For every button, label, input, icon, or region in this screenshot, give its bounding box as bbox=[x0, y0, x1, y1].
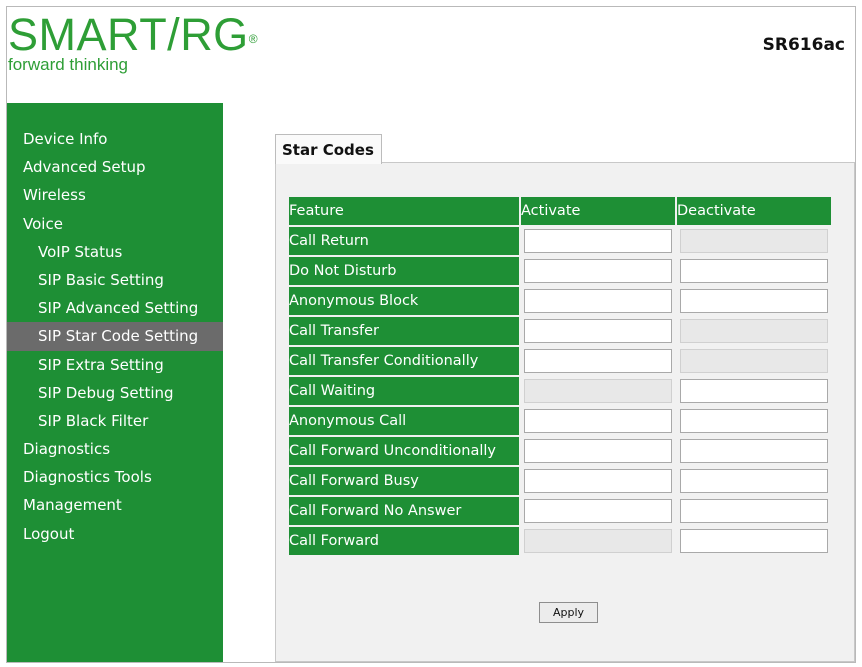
feature-label: Do Not Disturb bbox=[289, 257, 519, 285]
table-row: Call Forward Busy bbox=[289, 467, 831, 495]
deactivate-input[interactable] bbox=[680, 409, 828, 433]
sidebar: Device Info Advanced Setup Wireless Voic… bbox=[7, 103, 223, 662]
sidebar-item-sip-extra-setting[interactable]: SIP Extra Setting bbox=[7, 351, 223, 379]
sidebar-item-diagnostics[interactable]: Diagnostics bbox=[7, 435, 223, 463]
feature-label: Call Return bbox=[289, 227, 519, 255]
feature-label: Anonymous Block bbox=[289, 287, 519, 315]
deactivate-input[interactable] bbox=[680, 529, 828, 553]
table-row: Do Not Disturb bbox=[289, 257, 831, 285]
column-header-feature: Feature bbox=[289, 197, 519, 225]
deactivate-input[interactable] bbox=[680, 289, 828, 313]
deactivate-input[interactable] bbox=[680, 379, 828, 403]
sidebar-item-sip-basic-setting[interactable]: SIP Basic Setting bbox=[7, 266, 223, 294]
registered-mark: ® bbox=[248, 32, 259, 46]
deactivate-input[interactable] bbox=[680, 439, 828, 463]
sidebar-item-diagnostics-tools[interactable]: Diagnostics Tools bbox=[7, 463, 223, 491]
activate-input[interactable] bbox=[524, 259, 672, 283]
activate-input[interactable] bbox=[524, 319, 672, 343]
table-row: Call Waiting bbox=[289, 377, 831, 405]
feature-label: Call Transfer Conditionally bbox=[289, 347, 519, 375]
logo-text: SMART/RG bbox=[8, 9, 249, 60]
logo-tagline: forward thinking bbox=[8, 55, 129, 74]
table-row: Call Transfer Conditionally bbox=[289, 347, 831, 375]
deactivate-input[interactable] bbox=[680, 259, 828, 283]
feature-label: Call Forward bbox=[289, 527, 519, 555]
activate-input[interactable] bbox=[524, 499, 672, 523]
feature-label: Anonymous Call bbox=[289, 407, 519, 435]
feature-label: Call Forward Busy bbox=[289, 467, 519, 495]
star-codes-table: Feature Activate Deactivate Call Return … bbox=[287, 195, 833, 557]
activate-input[interactable] bbox=[524, 409, 672, 433]
sidebar-item-sip-star-code-setting[interactable]: SIP Star Code Setting bbox=[7, 322, 223, 351]
feature-label: Call Forward No Answer bbox=[289, 497, 519, 525]
deactivate-input bbox=[680, 319, 828, 343]
activate-input bbox=[524, 529, 672, 553]
sidebar-item-wireless[interactable]: Wireless bbox=[7, 181, 223, 209]
star-codes-panel: Feature Activate Deactivate Call Return … bbox=[275, 162, 855, 662]
main-content: Star Codes Feature Activate Deactivate C… bbox=[223, 103, 855, 662]
page-frame: SMART/RG® forward thinking SR616ac Devic… bbox=[6, 6, 856, 663]
feature-label: Call Waiting bbox=[289, 377, 519, 405]
sidebar-item-voice[interactable]: Voice bbox=[7, 210, 223, 238]
sidebar-item-sip-debug-setting[interactable]: SIP Debug Setting bbox=[7, 379, 223, 407]
table-row: Call Forward No Answer bbox=[289, 497, 831, 525]
logo: SMART/RG® bbox=[8, 11, 258, 59]
sidebar-nav: Device Info Advanced Setup Wireless Voic… bbox=[7, 125, 223, 548]
feature-label: Call Transfer bbox=[289, 317, 519, 345]
sidebar-item-advanced-setup[interactable]: Advanced Setup bbox=[7, 153, 223, 181]
apply-button[interactable]: Apply bbox=[539, 602, 598, 623]
activate-input[interactable] bbox=[524, 349, 672, 373]
activate-input[interactable] bbox=[524, 229, 672, 253]
table-row: Call Transfer bbox=[289, 317, 831, 345]
activate-input[interactable] bbox=[524, 439, 672, 463]
deactivate-input bbox=[680, 349, 828, 373]
deactivate-input[interactable] bbox=[680, 469, 828, 493]
sidebar-item-management[interactable]: Management bbox=[7, 491, 223, 519]
tab-star-codes[interactable]: Star Codes bbox=[275, 134, 382, 164]
model-name: SR616ac bbox=[762, 35, 845, 55]
sidebar-item-sip-black-filter[interactable]: SIP Black Filter bbox=[7, 407, 223, 435]
table-header-row: Feature Activate Deactivate bbox=[289, 197, 831, 225]
header: SMART/RG® forward thinking SR616ac bbox=[7, 7, 855, 103]
table-row: Call Forward Unconditionally bbox=[289, 437, 831, 465]
column-header-activate: Activate bbox=[521, 197, 675, 225]
activate-input[interactable] bbox=[524, 289, 672, 313]
sidebar-item-logout[interactable]: Logout bbox=[7, 520, 223, 548]
sidebar-item-voip-status[interactable]: VoIP Status bbox=[7, 238, 223, 266]
deactivate-input bbox=[680, 229, 828, 253]
sidebar-item-sip-advanced-setting[interactable]: SIP Advanced Setting bbox=[7, 294, 223, 322]
activate-input bbox=[524, 379, 672, 403]
activate-input[interactable] bbox=[524, 469, 672, 493]
feature-label: Call Forward Unconditionally bbox=[289, 437, 519, 465]
column-header-deactivate: Deactivate bbox=[677, 197, 831, 225]
table-row: Call Forward bbox=[289, 527, 831, 555]
deactivate-input[interactable] bbox=[680, 499, 828, 523]
table-row: Anonymous Block bbox=[289, 287, 831, 315]
table-row: Call Return bbox=[289, 227, 831, 255]
table-row: Anonymous Call bbox=[289, 407, 831, 435]
sidebar-item-device-info[interactable]: Device Info bbox=[7, 125, 223, 153]
